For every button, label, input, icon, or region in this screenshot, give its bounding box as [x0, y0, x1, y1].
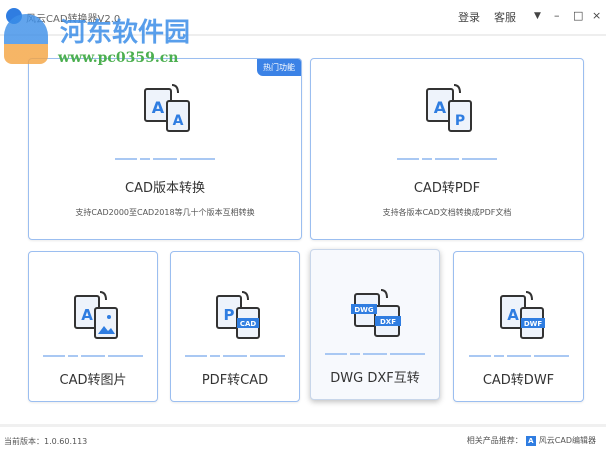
card-title: PDF转CAD — [201, 373, 269, 388]
card-pdf-to-cad[interactable]: P CAD PDF转CAD — [170, 251, 300, 402]
card-title: CAD转图片 — [59, 373, 127, 388]
divider — [0, 34, 606, 36]
decorative-underline — [468, 355, 569, 357]
svg-text:DWG: DWG — [354, 306, 374, 314]
app-logo-icon — [6, 8, 22, 24]
decorative-underline — [185, 355, 285, 357]
window-title: 风云CAD转换器V2.0 — [26, 14, 121, 25]
svg-text:P: P — [455, 113, 465, 129]
hot-feature-badge: 热门功能 — [257, 59, 301, 76]
svg-text:A: A — [81, 306, 93, 324]
related-product-link[interactable]: 风云CAD编辑器 — [539, 435, 596, 446]
svg-text:CAD: CAD — [240, 320, 257, 328]
card-cad-to-image[interactable]: A CAD转图片 — [28, 251, 158, 402]
card-dwg-dxf-convert[interactable]: DWG DXF DWG DXF互转 — [310, 249, 440, 400]
service-button[interactable]: 客服 — [494, 9, 516, 25]
card-cad-version-convert[interactable]: 热门功能 A A CAD版本转换 支持CAD2000至CAD2018等几十个版本… — [28, 58, 302, 240]
cad-to-image-icon: A — [74, 291, 118, 339]
card-title: DWG DXF互转 — [330, 371, 420, 386]
version-label: 当前版本：1.0.60.113 — [4, 437, 88, 446]
svg-text:DWF: DWF — [523, 320, 542, 328]
svg-text:A: A — [507, 306, 519, 324]
card-description: 支持各版本CAD文档转换成PDF文档 — [382, 208, 512, 217]
svg-text:DXF: DXF — [380, 318, 396, 326]
cad-version-icon: A A — [144, 84, 190, 132]
maximize-button[interactable]: □ — [573, 9, 583, 22]
minimize-button[interactable]: – — [554, 9, 560, 22]
footer-divider — [0, 424, 606, 427]
related-products: 相关产品推荐： A 风云CAD编辑器 — [467, 435, 596, 446]
related-label: 相关产品推荐： — [466, 436, 523, 445]
close-button[interactable]: × — [592, 9, 601, 22]
dwg-dxf-icon: DWG DXF — [351, 289, 401, 337]
pdf-to-cad-icon: P CAD — [216, 291, 260, 339]
card-cad-to-dwf[interactable]: A DWF CAD转DWF — [453, 251, 584, 402]
decorative-underline — [115, 158, 215, 160]
cad-editor-icon[interactable]: A — [525, 435, 536, 446]
svg-text:A: A — [434, 98, 447, 117]
svg-text:A: A — [173, 113, 184, 129]
decorative-underline — [397, 158, 497, 160]
login-button[interactable]: 登录 — [458, 9, 480, 25]
decorative-underline — [325, 353, 425, 355]
svg-text:P: P — [224, 306, 235, 324]
card-title: CAD转PDF — [413, 181, 481, 196]
dropdown-icon[interactable]: ▼ — [534, 11, 541, 21]
cad-to-dwf-icon: A DWF — [499, 291, 545, 339]
card-title: CAD转DWF — [482, 373, 555, 388]
title-bar: 风云CAD转换器V2.0 登录 客服 ▼ – □ × — [0, 0, 606, 34]
card-description: 支持CAD2000至CAD2018等几十个版本互相转换 — [75, 208, 255, 217]
card-cad-to-pdf[interactable]: A P CAD转PDF 支持各版本CAD文档转换成PDF文档 — [310, 58, 584, 240]
decorative-underline — [43, 355, 143, 357]
cad-to-pdf-icon: A P — [426, 84, 472, 132]
svg-text:A: A — [152, 98, 165, 117]
card-title: CAD版本转换 — [125, 181, 205, 196]
